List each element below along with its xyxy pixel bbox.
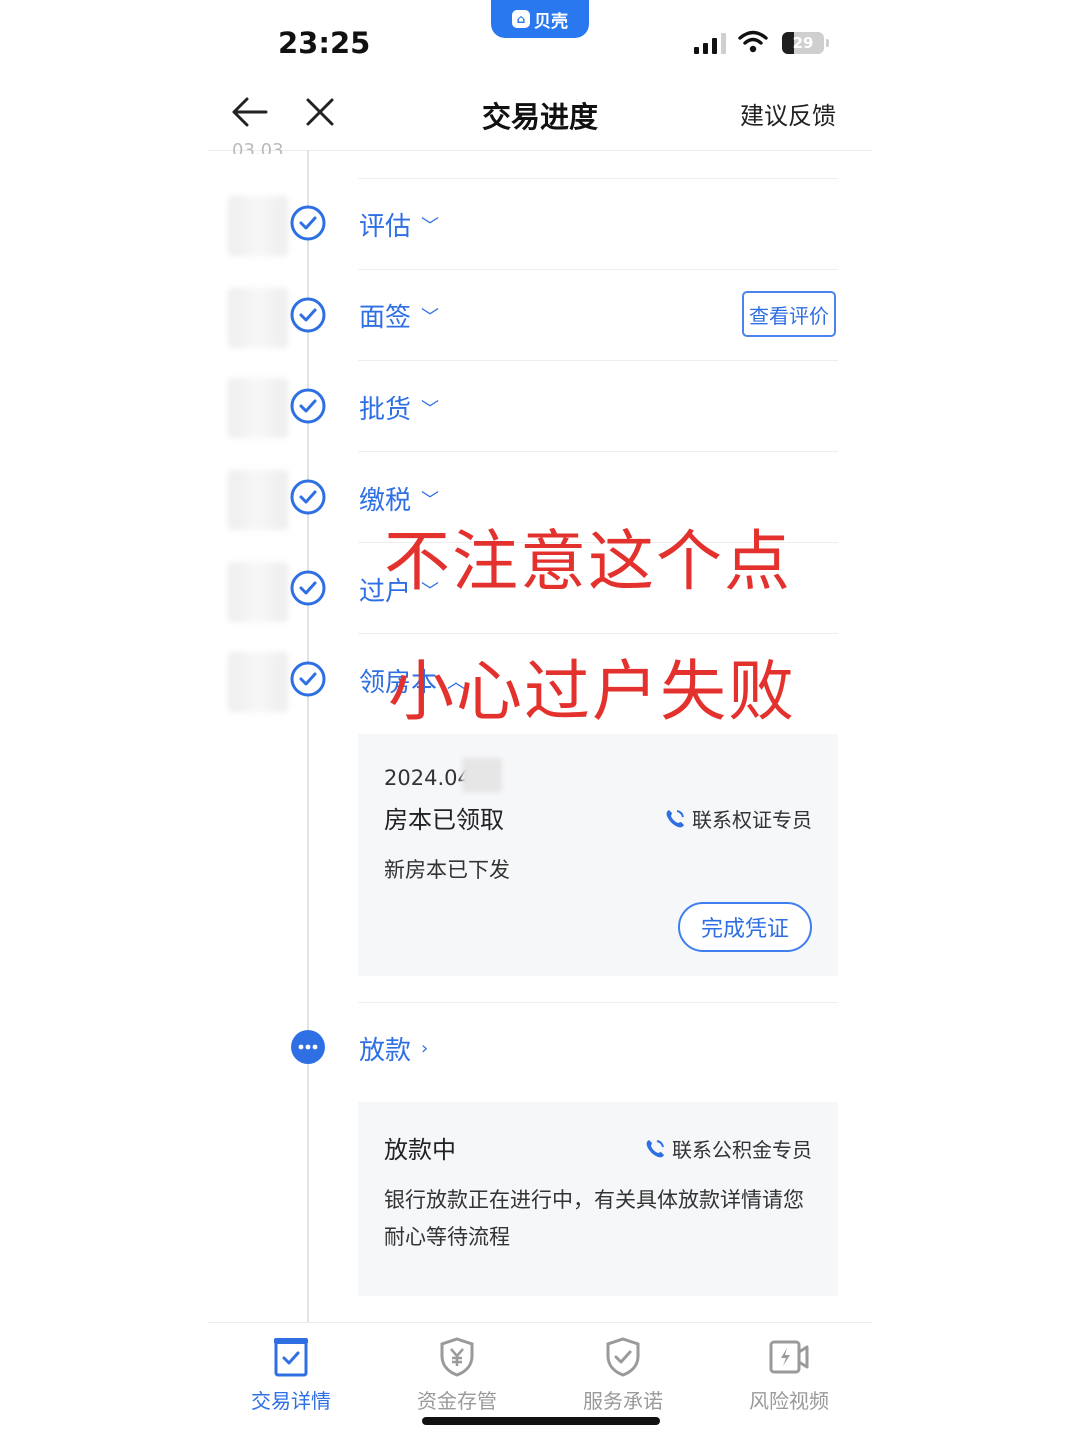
- chevron-right-icon: ›: [421, 1038, 429, 1059]
- clipboard-check-icon: [274, 1338, 308, 1377]
- signal-icon: [694, 32, 726, 54]
- view-review-button[interactable]: 查看评价: [742, 291, 836, 337]
- shield-yuan-icon: [440, 1337, 474, 1377]
- redacted-date: [228, 196, 288, 256]
- app-badge[interactable]: ⌂ 贝壳: [491, 0, 589, 38]
- redacted-date: [228, 378, 288, 438]
- tab-transaction-details[interactable]: 交易详情: [208, 1335, 374, 1414]
- contact-fund-specialist[interactable]: 联系公积金专员: [644, 1134, 812, 1163]
- check-circle-icon: [290, 297, 326, 333]
- deed-date: 2024.04: [384, 766, 471, 790]
- step-signing[interactable]: 面签 ﹀: [359, 297, 439, 334]
- phone-screen: 23:25 ⌂ 贝壳 29 交易进度 建议反馈 03.03 评估 ﹀ 面签 ﹀ …: [208, 0, 872, 1440]
- tab-service-promise[interactable]: 服务承诺: [540, 1335, 706, 1414]
- redacted-date: [462, 758, 502, 792]
- step-label: 批货: [359, 395, 412, 425]
- tab-label: 资金存管: [417, 1389, 497, 1413]
- check-circle-icon: [290, 479, 326, 515]
- check-circle-icon: [290, 570, 326, 606]
- step-evaluation[interactable]: 评估 ﹀: [359, 206, 439, 243]
- redacted-date: [228, 470, 288, 530]
- status-time: 23:25: [278, 26, 371, 60]
- video-bolt-icon: [769, 1340, 809, 1374]
- step-label: 放款: [359, 1036, 412, 1066]
- check-circle-icon: [290, 205, 326, 241]
- chevron-down-icon: ﹀: [421, 398, 440, 420]
- timeline-cut-date: 03.03: [232, 140, 284, 154]
- divider: [358, 360, 838, 361]
- app-badge-label: 贝壳: [534, 11, 568, 32]
- battery-level: 29: [792, 34, 814, 52]
- deed-status-desc: 新房本已下发: [384, 858, 510, 882]
- tab-label: 服务承诺: [583, 1389, 663, 1413]
- redacted-date: [228, 562, 288, 622]
- step-loan-approval[interactable]: 批货 ﹀: [359, 389, 439, 426]
- contact-label: 联系权证专员: [692, 808, 812, 832]
- step-label: 面签: [359, 303, 412, 333]
- tab-label: 交易详情: [251, 1389, 331, 1413]
- wifi-icon: [738, 30, 768, 53]
- more-dots-icon: [291, 1030, 325, 1064]
- chevron-down-icon: ﹀: [421, 215, 440, 237]
- divider: [358, 451, 838, 452]
- battery-tip: [826, 39, 829, 47]
- contact-certificate-specialist[interactable]: 联系权证专员: [664, 804, 812, 833]
- loan-status-title: 放款中: [384, 1136, 456, 1164]
- feedback-link[interactable]: 建议反馈: [740, 96, 836, 131]
- phone-icon: [666, 809, 684, 827]
- phone-icon: [646, 1139, 664, 1157]
- divider: [358, 633, 838, 634]
- tab-risk-video[interactable]: 风险视频: [706, 1335, 872, 1414]
- divider: [358, 1002, 838, 1003]
- loan-status-card: 放款中 联系公积金专员 银行放款正在进行中，有关具体放款详情请您耐心等待流程: [358, 1102, 838, 1296]
- divider: [358, 178, 838, 179]
- deed-status-title: 房本已领取: [384, 806, 504, 834]
- nav-bar: 交易进度 建议反馈: [208, 80, 872, 151]
- shield-check-icon: [606, 1337, 640, 1377]
- step-loan-release[interactable]: 放款 ›: [359, 1030, 428, 1067]
- step-label: 评估: [359, 212, 412, 242]
- chevron-down-icon: ﹀: [421, 306, 440, 328]
- redacted-date: [228, 652, 288, 712]
- check-circle-icon: [290, 661, 326, 697]
- battery-icon: 29: [782, 32, 824, 54]
- contact-label: 联系公积金专员: [672, 1138, 812, 1162]
- divider: [358, 269, 838, 270]
- tab-label: 风险视频: [749, 1389, 829, 1413]
- loan-status-desc: 银行放款正在进行中，有关具体放款详情请您耐心等待流程: [384, 1188, 804, 1249]
- complete-voucher-button[interactable]: 完成凭证: [678, 902, 812, 952]
- warning-annotation-line2: 小心过户失败: [388, 653, 796, 730]
- redacted-date: [228, 288, 288, 348]
- deed-status-card: 2024.04 房本已领取 联系权证专员 新房本已下发 完成凭证: [358, 734, 838, 976]
- check-circle-icon: [290, 388, 326, 424]
- warning-annotation-line1: 不注意这个点: [384, 523, 792, 600]
- beike-logo-icon: ⌂: [512, 10, 530, 28]
- tab-fund-custody[interactable]: 资金存管: [374, 1335, 540, 1414]
- home-indicator: [422, 1417, 660, 1425]
